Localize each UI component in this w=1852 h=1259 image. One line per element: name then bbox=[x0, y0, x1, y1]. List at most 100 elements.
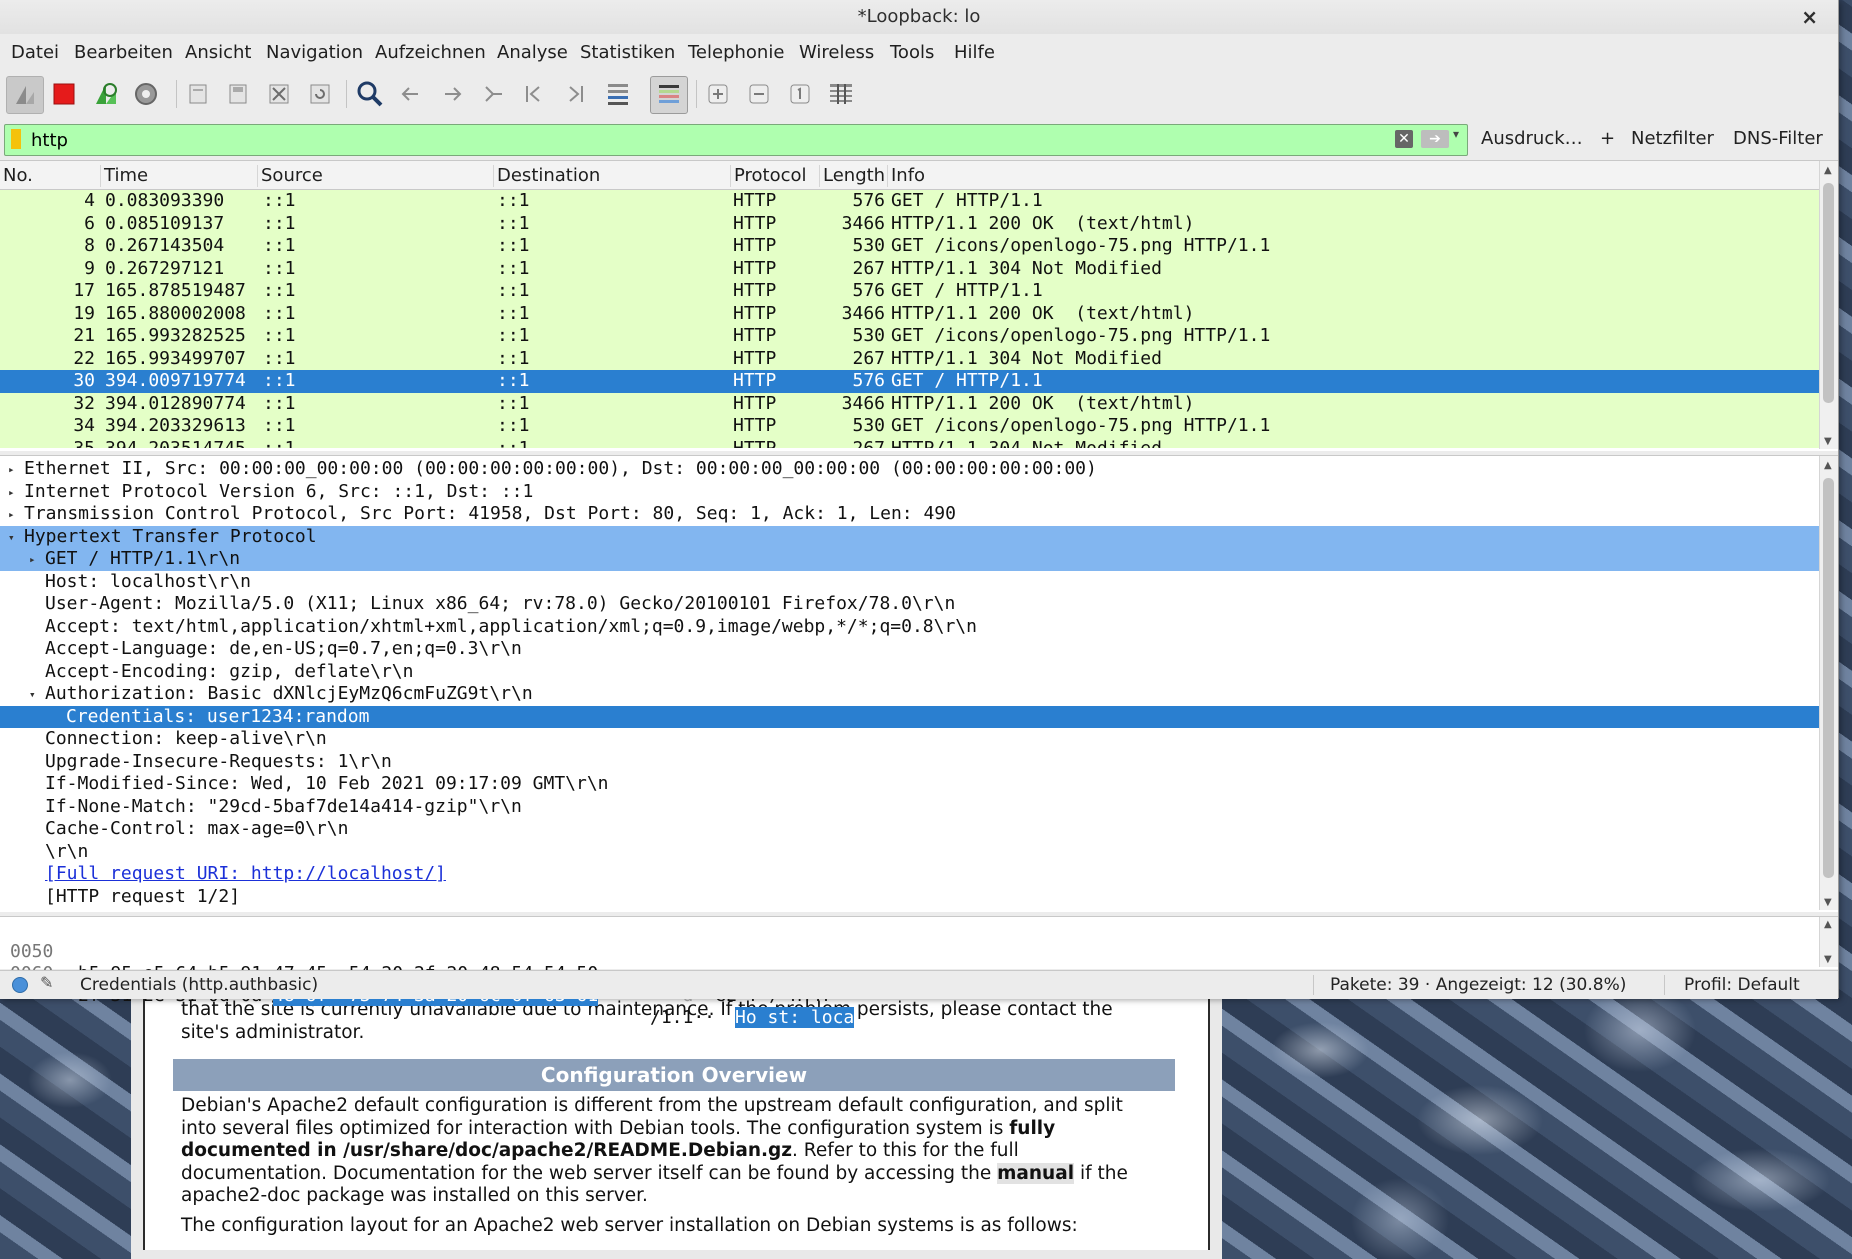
zoom-out-icon[interactable] bbox=[741, 76, 777, 112]
detail-tree-item[interactable]: [Full request URI: http://localhost/] bbox=[0, 863, 1820, 886]
packet-row[interactable]: 34 394.203329613::1::1 HTTP 530 GET /icons/o… bbox=[0, 415, 1820, 438]
menu-telephonie[interactable]: Telephonie bbox=[688, 42, 784, 63]
clear-filter-icon[interactable]: ✕ bbox=[1395, 130, 1413, 148]
reload-file-icon[interactable] bbox=[302, 76, 338, 112]
capture-options-icon[interactable] bbox=[128, 76, 164, 112]
detail-tree-item[interactable]: [HTTP request 1/2] bbox=[0, 886, 1820, 909]
expanded-arrow-icon[interactable]: ▾ bbox=[29, 684, 36, 706]
capture-comment-icon[interactable]: ✎ bbox=[40, 973, 53, 992]
packet-list-scroll-thumb[interactable] bbox=[1823, 183, 1834, 403]
status-profile[interactable]: Profil: Default bbox=[1684, 975, 1800, 995]
detail-tree-item[interactable]: Accept-Encoding: gzip, deflate\r\n bbox=[0, 661, 1820, 684]
detail-tree-item[interactable]: Accept: text/html,application/xhtml+xml,… bbox=[0, 616, 1820, 639]
netfilter-button[interactable]: Netzfilter bbox=[1631, 128, 1714, 149]
packet-row[interactable]: 9 0.267297121::1::1 HTTP 267 HTTP/1.1 304 No… bbox=[0, 257, 1820, 280]
detail-tree-item[interactable]: Host: localhost\r\n bbox=[0, 571, 1820, 594]
dns-filter-button[interactable]: DNS-Filter bbox=[1733, 128, 1823, 149]
add-filter-button[interactable]: + bbox=[1600, 128, 1615, 149]
col-header-length[interactable]: Length bbox=[819, 165, 885, 187]
collapsed-arrow-icon[interactable]: ▸ bbox=[8, 482, 15, 504]
bytes-scrollbar[interactable]: ▲ ▼ bbox=[1819, 917, 1838, 967]
collapsed-arrow-icon[interactable]: ▸ bbox=[8, 504, 15, 526]
col-header-no[interactable]: No. bbox=[0, 165, 33, 187]
expanded-arrow-icon[interactable]: ▾ bbox=[8, 527, 15, 549]
shark-fin-start-icon[interactable] bbox=[6, 76, 44, 114]
menu-navigation[interactable]: Navigation bbox=[266, 42, 363, 63]
detail-tree-item[interactable]: If-Modified-Since: Wed, 10 Feb 2021 09:1… bbox=[0, 773, 1820, 796]
detail-tree-item[interactable]: If-None-Match: "29cd-5baf7de14a414-gzip"… bbox=[0, 796, 1820, 819]
detail-tree-item[interactable]: ▸ Internet Protocol Version 6, Src: ::1, … bbox=[0, 481, 1820, 504]
menu-analyse[interactable]: Analyse bbox=[497, 42, 568, 63]
packet-row[interactable]: 17 165.878519487::1::1 HTTP 576 GET / HTTP/1… bbox=[0, 280, 1820, 303]
menu-wireless[interactable]: Wireless bbox=[799, 42, 874, 63]
open-file-icon[interactable] bbox=[180, 76, 216, 112]
stop-capture-icon[interactable] bbox=[46, 76, 82, 112]
detail-tree-item[interactable]: ▸ Transmission Control Protocol, Src Port… bbox=[0, 503, 1820, 526]
menu-hilfe[interactable]: Hilfe bbox=[954, 42, 995, 63]
detail-tree-item[interactable]: ▸ Ethernet II, Src: 00:00:00_00:00:00 (00… bbox=[0, 458, 1820, 481]
close-icon[interactable]: × bbox=[1801, 0, 1818, 34]
detail-tree-item[interactable]: ▾ Hypertext Transfer Protocol bbox=[0, 525, 1820, 549]
menu-tools[interactable]: Tools bbox=[890, 42, 934, 63]
col-header-time[interactable]: Time bbox=[100, 165, 148, 187]
go-forward-icon[interactable] bbox=[434, 76, 470, 112]
detail-tree-item[interactable]: Cache-Control: max-age=0\r\n bbox=[0, 818, 1820, 841]
bytes-row[interactable]: 0050 b5 95 e5 64 b5 91 47 45 54 20 2f 20… bbox=[0, 919, 834, 1006]
collapsed-arrow-icon[interactable]: ▸ bbox=[8, 459, 15, 481]
collapsed-arrow-icon[interactable]: ▸ bbox=[29, 549, 36, 571]
detail-tree-item[interactable]: ▾ Authorization: Basic dXNlcjEyMzQ6cmFuZG… bbox=[0, 683, 1820, 706]
packet-row[interactable]: 22 165.993499707::1::1 HTTP 267 HTTP/1.1 304… bbox=[0, 347, 1820, 370]
expert-info-icon[interactable] bbox=[12, 977, 28, 993]
close-file-icon[interactable] bbox=[261, 76, 297, 112]
bytes-row[interactable]: 0060 2f 31 2e 31 0d 0a 48 6f 73 74 3a 20… bbox=[0, 941, 855, 1028]
restart-capture-icon[interactable] bbox=[88, 76, 124, 112]
go-to-packet-icon[interactable] bbox=[475, 76, 511, 112]
apply-filter-icon[interactable]: ➔ bbox=[1421, 130, 1449, 148]
detail-tree-item[interactable]: Connection: keep-alive\r\n bbox=[0, 728, 1820, 751]
col-header-info[interactable]: Info bbox=[887, 165, 925, 187]
filter-history-dropdown-icon[interactable]: ▾ bbox=[1453, 127, 1459, 141]
detail-tree-item[interactable]: ▸ GET / HTTP/1.1\r\n bbox=[0, 548, 1820, 571]
packet-row[interactable]: 21 165.993282525::1::1 HTTP 530 GET /icons/o… bbox=[0, 325, 1820, 348]
menu-bearbeiten[interactable]: Bearbeiten bbox=[74, 42, 173, 63]
detail-tree-item[interactable]: Upgrade-Insecure-Requests: 1\r\n bbox=[0, 751, 1820, 774]
packet-row[interactable]: 19 165.880002008::1::1 HTTP 3466 HTTP/1.1 20… bbox=[0, 302, 1820, 325]
menu-statistiken[interactable]: Statistiken bbox=[580, 42, 675, 63]
packet-list-scrollbar[interactable]: ▲ ▼ bbox=[1819, 161, 1838, 449]
detail-tree-item[interactable]: \r\n bbox=[0, 841, 1820, 864]
go-back-icon[interactable] bbox=[393, 76, 429, 112]
find-packet-icon[interactable] bbox=[352, 76, 388, 112]
col-header-protocol[interactable]: Protocol bbox=[730, 165, 807, 187]
apache-manual-link[interactable]: manual bbox=[997, 1162, 1075, 1184]
packet-row[interactable]: 6 0.085109137::1::1 HTTP 3466 HTTP/1.1 200 O… bbox=[0, 212, 1820, 235]
filter-bookmark-icon[interactable] bbox=[11, 129, 21, 149]
menu-aufzeichnen[interactable]: Aufzeichnen bbox=[375, 42, 486, 63]
detail-tree-item[interactable]: Accept-Language: de,en-US;q=0.7,en;q=0.3… bbox=[0, 638, 1820, 661]
packet-row[interactable]: 8 0.267143504::1::1 HTTP 530 GET /icons/open… bbox=[0, 235, 1820, 258]
packet-row[interactable]: 35 394.203514745::1::1 HTTP 267 HTTP/1.1 304… bbox=[0, 437, 1820, 448]
display-filter-input[interactable] bbox=[29, 126, 1393, 154]
expression-button[interactable]: Ausdruck… bbox=[1481, 128, 1583, 149]
detail-tree-item[interactable]: User-Agent: Mozilla/5.0 (X11; Linux x86_… bbox=[0, 593, 1820, 616]
full-request-uri-link[interactable]: [Full request URI: http://localhost/] bbox=[45, 863, 446, 885]
packet-row[interactable]: 30 394.009719774::1::1 HTTP 576 GET / HTTP/1… bbox=[0, 370, 1820, 393]
apache-layout-paragraph: The configuration layout for an Apache2 … bbox=[181, 1215, 1078, 1236]
packet-row[interactable]: 4 0.083093390::1::1 HTTP 576 GET / HTTP/1.1 bbox=[0, 190, 1820, 213]
menu-datei[interactable]: Datei bbox=[11, 42, 59, 63]
normal-size-icon[interactable] bbox=[782, 76, 818, 112]
save-file-icon[interactable] bbox=[220, 76, 256, 112]
colorize-icon[interactable] bbox=[650, 76, 688, 114]
details-scroll-thumb[interactable] bbox=[1823, 478, 1834, 878]
col-header-source[interactable]: Source bbox=[257, 165, 323, 187]
zoom-in-icon[interactable] bbox=[700, 76, 736, 112]
col-header-destination[interactable]: Destination bbox=[493, 165, 600, 187]
last-packet-icon[interactable] bbox=[557, 76, 593, 112]
detail-tree-item[interactable]: Credentials: user1234:random bbox=[0, 705, 1820, 728]
autoscroll-icon[interactable] bbox=[600, 76, 636, 112]
details-scrollbar[interactable]: ▲ ▼ bbox=[1819, 456, 1838, 910]
packet-source: ::1 bbox=[263, 347, 296, 369]
first-packet-icon[interactable] bbox=[516, 76, 552, 112]
resize-columns-icon[interactable] bbox=[823, 76, 859, 112]
packet-row[interactable]: 32 394.012890774::1::1 HTTP 3466 HTTP/1.1 20… bbox=[0, 392, 1820, 415]
menu-ansicht[interactable]: Ansicht bbox=[185, 42, 251, 63]
